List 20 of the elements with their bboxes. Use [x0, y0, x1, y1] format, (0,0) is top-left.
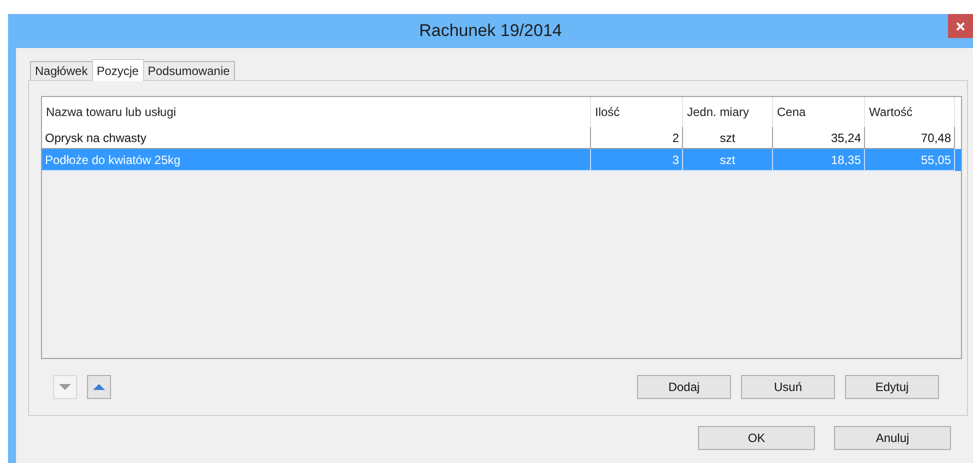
tab[interactable]: Nagłówek	[30, 61, 93, 80]
push-button[interactable]: Dodaj	[637, 375, 731, 399]
table-cell: 55,05	[865, 149, 955, 171]
triangle-down-icon	[58, 382, 72, 392]
triangle-up-icon	[92, 382, 106, 392]
push-button[interactable]: Usuń	[741, 375, 835, 399]
close-button[interactable]	[948, 14, 973, 38]
table-row[interactable]: Oprysk na chwasty 2 szt 35,24 70,48	[42, 127, 961, 149]
table-cell: 3	[591, 149, 683, 171]
push-button[interactable]: OK	[698, 426, 815, 450]
tab[interactable]: Podsumowanie	[142, 61, 235, 80]
table-cell: Podłoże do kwiatów 25kg	[42, 149, 591, 171]
tab[interactable]: Pozycje	[92, 59, 144, 81]
push-button[interactable]: Anuluj	[834, 426, 951, 450]
move-up-button[interactable]	[87, 375, 111, 399]
window-title: Rachunek 19/2014	[419, 20, 562, 42]
close-icon	[956, 22, 965, 30]
push-button[interactable]: Edytuj	[845, 375, 939, 399]
table-cell: 18,35	[773, 149, 865, 171]
table-cell: szt	[683, 149, 773, 171]
